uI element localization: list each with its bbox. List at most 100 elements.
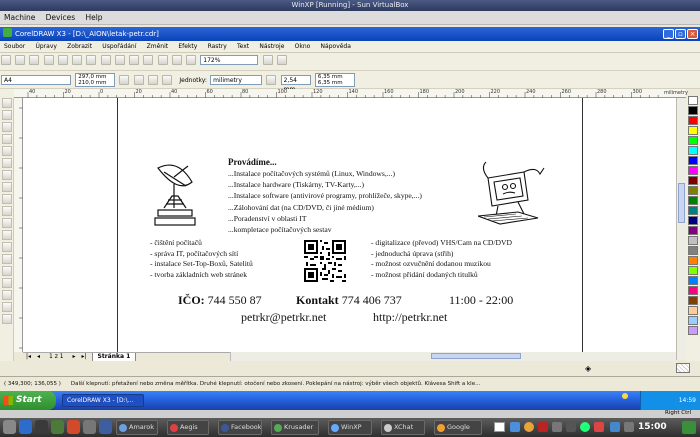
horizontal-scrollbar[interactable] [230, 352, 676, 361]
landscape-icon[interactable] [133, 75, 144, 85]
nudge-distance-field[interactable]: 2,54 mm [280, 75, 311, 93]
zoom-tool-icon[interactable] [2, 134, 12, 144]
battery-icon[interactable] [580, 422, 590, 432]
corel-online-icon[interactable] [186, 55, 197, 65]
host-menu-icon[interactable] [3, 420, 16, 434]
desktop-pager-icon[interactable] [682, 421, 696, 434]
pick-tool-icon[interactable] [2, 98, 12, 108]
palette-swatch[interactable] [688, 96, 698, 105]
open-icon[interactable] [15, 55, 26, 65]
palette-swatch[interactable] [688, 186, 698, 195]
horizontal-scroll-thumb[interactable] [431, 353, 521, 359]
duplicate-distance[interactable]: 6,35 mm 6,35 mm [314, 73, 355, 87]
connector-tool-icon[interactable] [2, 254, 12, 264]
menu-usporadani[interactable]: Uspořádání [98, 41, 140, 53]
cut-icon[interactable] [57, 55, 68, 65]
fill-tool-icon[interactable] [2, 302, 12, 312]
host-task-winxp[interactable]: WinXP [328, 420, 372, 435]
host-task-xchat[interactable]: XChat [381, 420, 425, 435]
snap-icon[interactable] [262, 55, 273, 65]
palette-swatch[interactable] [688, 126, 698, 135]
menu-rastry[interactable]: Rastry [204, 41, 231, 53]
palette-swatch[interactable] [688, 266, 698, 275]
polygon-tool-icon[interactable] [2, 194, 12, 204]
terminal-icon[interactable] [35, 420, 48, 434]
save-icon[interactable] [29, 55, 40, 65]
blend-tool-icon[interactable] [2, 266, 12, 276]
menu-text[interactable]: Text [233, 41, 253, 53]
palette-swatch[interactable] [688, 236, 698, 245]
units-select[interactable]: milimetry [210, 75, 263, 85]
palette-swatch[interactable] [688, 306, 698, 315]
host-task-google[interactable]: Google [434, 420, 482, 435]
host-task-aegis[interactable]: Aegis [167, 420, 209, 435]
page-height-field[interactable]: 210,0 mm [78, 80, 106, 86]
duplicate-y-field[interactable]: 6,35 mm [318, 80, 343, 86]
palette-swatch[interactable] [688, 156, 698, 165]
vbox-menu-machine[interactable]: Machine [0, 11, 39, 25]
eyedropper-tool-icon[interactable] [2, 278, 12, 288]
undo-icon[interactable] [100, 55, 111, 65]
power-icon[interactable] [594, 422, 604, 432]
tray-app-icon[interactable] [510, 422, 520, 432]
launcher-icon[interactable] [171, 55, 182, 65]
volume-icon[interactable] [566, 422, 576, 432]
browser-icon[interactable] [67, 420, 80, 434]
redo-icon[interactable] [114, 55, 125, 65]
basic-shapes-tool-icon[interactable] [2, 206, 12, 216]
palette-swatch[interactable] [688, 196, 698, 205]
palette-swatch[interactable] [688, 116, 698, 125]
rectangle-tool-icon[interactable] [2, 170, 12, 180]
notification-icon[interactable] [624, 422, 634, 432]
export-icon[interactable] [157, 55, 168, 65]
minimize-button[interactable]: _ [663, 29, 674, 39]
palette-swatch[interactable] [688, 176, 698, 185]
host-task-amarok[interactable]: Amarok [116, 420, 158, 435]
palette-swatch[interactable] [688, 316, 698, 325]
shape-tool-icon[interactable] [2, 110, 12, 120]
palette-swatch[interactable] [688, 246, 698, 255]
palette-swatch[interactable] [688, 206, 698, 215]
palette-swatch[interactable] [688, 296, 698, 305]
palette-swatch[interactable] [688, 136, 698, 145]
zoom-select[interactable]: 172% [200, 55, 259, 65]
text-tool-icon[interactable] [2, 218, 12, 228]
start-button[interactable]: Start [0, 391, 56, 410]
host-task-facebook[interactable]: Facebook [218, 420, 262, 435]
outline-swatch[interactable] [676, 363, 690, 373]
outline-tool-icon[interactable] [2, 290, 12, 300]
freehand-tool-icon[interactable] [2, 146, 12, 156]
palette-swatch[interactable] [688, 286, 698, 295]
vertical-scrollbar[interactable] [676, 98, 686, 360]
palette-swatch[interactable] [688, 216, 698, 225]
clipboard-icon[interactable] [610, 422, 620, 432]
chat-icon[interactable] [99, 420, 112, 434]
palette-swatch[interactable] [688, 226, 698, 235]
palette-swatch[interactable] [688, 276, 698, 285]
paste-icon[interactable] [86, 55, 97, 65]
vbox-menu-help[interactable]: Help [81, 11, 106, 25]
menu-efekty[interactable]: Efekty [174, 41, 201, 53]
keyboard-layout-icon[interactable] [494, 422, 505, 432]
menu-upravy[interactable]: Úpravy [31, 41, 60, 53]
crop-tool-icon[interactable] [2, 122, 12, 132]
next-page-icon[interactable]: ▸ [70, 353, 79, 360]
prev-page-icon[interactable]: ◂ [34, 353, 43, 360]
close-button[interactable]: × [687, 29, 698, 39]
search-icon[interactable] [129, 55, 140, 65]
portrait-icon[interactable] [119, 75, 130, 85]
menu-soubor[interactable]: Soubor [0, 41, 29, 53]
ellipse-tool-icon[interactable] [2, 182, 12, 192]
palette-swatch[interactable] [688, 256, 698, 265]
palette-swatch[interactable] [688, 326, 698, 335]
dimension-tool-icon[interactable] [2, 242, 12, 252]
vertical-scroll-thumb[interactable] [678, 183, 685, 223]
ruler-origin[interactable] [0, 89, 14, 98]
page-dimensions[interactable]: 297,0 mm 210,0 mm [75, 73, 116, 87]
menu-nastroje[interactable]: Nástroje [255, 41, 288, 53]
restore-button[interactable]: ▫ [675, 29, 686, 39]
all-pages-icon[interactable] [147, 75, 158, 85]
print-icon[interactable] [43, 55, 54, 65]
menu-napoveda[interactable]: Nápověda [317, 41, 355, 53]
current-page-icon[interactable] [162, 75, 173, 85]
